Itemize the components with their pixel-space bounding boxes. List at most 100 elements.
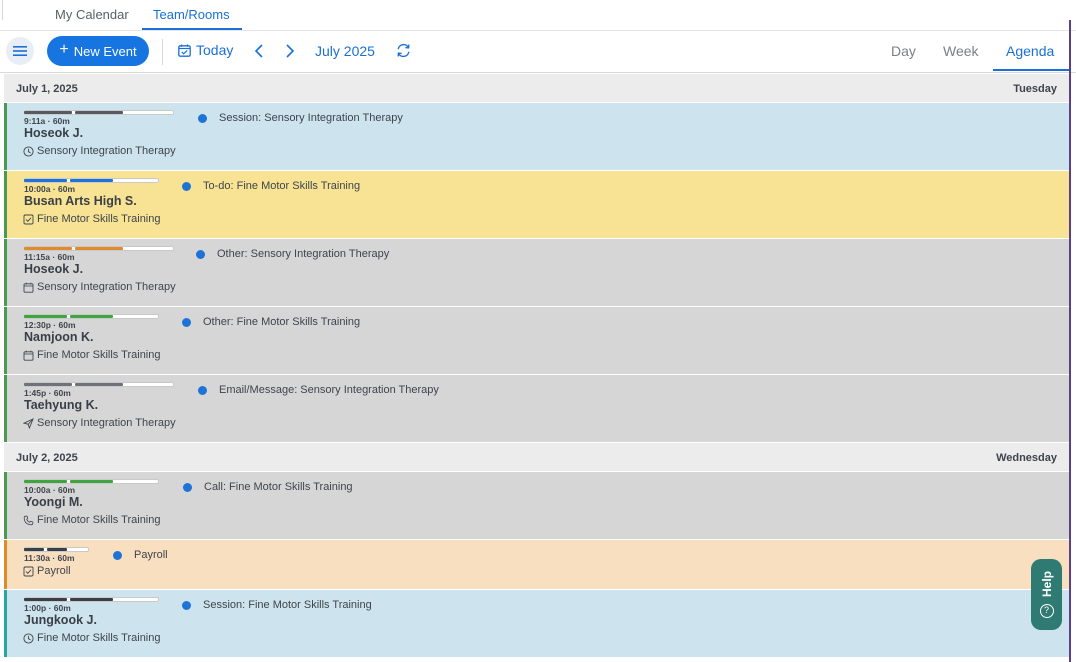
phone-icon	[23, 515, 34, 526]
event-title-text: Other: Sensory Integration Therapy	[217, 248, 390, 260]
active-tab-indicator	[142, 28, 242, 30]
agenda-event[interactable]: 11:15a · 60m Hoseok J. Sensory Integration…	[4, 239, 1069, 306]
event-service-label: Sensory Integration Therapy	[37, 145, 176, 157]
event-time: 9:11a · 60m	[24, 116, 70, 126]
event-title-text: Payroll	[134, 549, 168, 561]
progress-segment	[24, 179, 67, 182]
send-icon	[23, 417, 34, 429]
progress-segment	[24, 247, 72, 250]
day-weekday: Tuesday	[1013, 83, 1057, 95]
progress-segment	[24, 315, 67, 318]
day-header: July 2, 2025 Wednesday	[4, 443, 1069, 471]
progress-segment	[24, 480, 67, 483]
chevron-left-icon[interactable]	[252, 40, 268, 62]
view-day-tab[interactable]: Day	[891, 43, 916, 59]
new-event-label: New Event	[73, 43, 137, 59]
toolbar-divider	[162, 39, 163, 65]
progress-segment	[70, 315, 113, 318]
event-service-label: Sensory Integration Therapy	[37, 281, 176, 293]
status-dot-icon	[113, 550, 122, 560]
chevron-right-icon[interactable]	[281, 40, 297, 62]
event-service: Fine Motor Skills Training	[23, 213, 161, 225]
day-date: July 2, 2025	[16, 452, 78, 464]
agenda-event[interactable]: 11:30a · 60m Payroll Payroll	[4, 540, 1069, 589]
event-client-name: Taehyung K.	[24, 398, 99, 412]
progress-segment	[70, 480, 113, 483]
tab-team-rooms[interactable]: Team/Rooms	[153, 7, 230, 22]
event-service-label: Sensory Integration Therapy	[37, 417, 176, 429]
event-service-label: Fine Motor Skills Training	[37, 514, 161, 526]
progress-segment	[70, 179, 113, 182]
new-event-button[interactable]: + New Event	[47, 36, 149, 66]
agenda-event[interactable]: 1:45p · 60m Taehyung K. Sensory Integratio…	[4, 375, 1069, 442]
help-label: Help	[1039, 571, 1054, 598]
progress-segment	[70, 598, 113, 601]
event-title: Call: Fine Motor Skills Training	[183, 481, 353, 493]
calendar-icon	[23, 350, 34, 361]
event-client-name: Busan Arts High S.	[24, 194, 137, 208]
right-edge-border	[1069, 20, 1071, 662]
event-title: Session: Fine Motor Skills Training	[182, 599, 372, 611]
event-title-text: To-do: Fine Motor Skills Training	[203, 180, 361, 192]
agenda-list: July 1, 2025 Tuesday 9:11a · 60m Hoseok J. S…	[4, 74, 1069, 662]
progress-segment	[47, 548, 67, 551]
progress-segment	[24, 111, 72, 114]
event-time: 10:00a · 60m	[24, 184, 76, 194]
event-client-name: Namjoon K.	[24, 330, 94, 344]
hamburger-icon	[13, 46, 27, 56]
today-label: Today	[196, 42, 234, 58]
event-time: 12:30p · 60m	[24, 320, 76, 330]
event-title: Other: Fine Motor Skills Training	[182, 316, 360, 328]
progress-segment	[75, 383, 123, 386]
event-service: Payroll	[23, 565, 71, 577]
event-service: Sensory Integration Therapy	[23, 417, 176, 429]
event-title-text: Call: Fine Motor Skills Training	[204, 481, 353, 493]
event-client-name: Jungkook J.	[24, 613, 97, 627]
event-time: 10:00a · 60m	[24, 485, 76, 495]
view-week-tab[interactable]: Week	[943, 43, 979, 59]
agenda-event[interactable]: 1:00p · 60m Jungkook J. Fine Motor Skills …	[4, 590, 1069, 657]
status-dot-icon	[196, 249, 205, 259]
event-service: Fine Motor Skills Training	[23, 514, 161, 526]
event-time: 1:45p · 60m	[24, 388, 71, 398]
event-service: Fine Motor Skills Training	[23, 349, 161, 361]
event-title-text: Session: Sensory Integration Therapy	[219, 112, 403, 124]
view-agenda-tab[interactable]: Agenda	[1006, 43, 1054, 59]
checkbox-icon	[23, 566, 34, 577]
calendar-check-icon	[178, 44, 191, 57]
top-tab-bar: My Calendar Team/Rooms	[0, 0, 1076, 31]
checkbox-icon	[23, 214, 34, 225]
tab-my-calendar[interactable]: My Calendar	[55, 7, 129, 22]
progress-segment	[24, 598, 67, 601]
event-title: Session: Sensory Integration Therapy	[198, 112, 403, 124]
plus-icon: +	[59, 41, 69, 58]
refresh-icon[interactable]	[395, 42, 412, 59]
divider	[2, 0, 3, 20]
event-title-text: Other: Fine Motor Skills Training	[203, 316, 361, 328]
status-dot-icon	[198, 113, 207, 123]
calendar-icon	[23, 282, 34, 293]
event-title: To-do: Fine Motor Skills Training	[182, 180, 360, 192]
clock-icon	[23, 632, 34, 644]
event-client-name: Yoongi M.	[24, 495, 83, 509]
status-dot-icon	[198, 385, 207, 395]
agenda-event[interactable]: 10:00a · 60m Busan Arts High S. Fine Motor…	[4, 171, 1069, 238]
question-icon: ?	[1039, 603, 1054, 618]
today-button[interactable]: Today	[178, 42, 233, 58]
event-time: 11:30a · 60m	[24, 553, 75, 563]
status-dot-icon	[182, 181, 191, 191]
menu-button[interactable]	[6, 37, 34, 65]
agenda-event[interactable]: 12:30p · 60m Namjoon K. Fine Motor Skills …	[4, 307, 1069, 374]
agenda-event[interactable]: 9:11a · 60m Hoseok J. Sensory Integration …	[4, 103, 1069, 170]
event-service: Fine Motor Skills Training	[23, 632, 161, 644]
current-month-label[interactable]: July 2025	[315, 43, 375, 59]
event-time: 1:00p · 60m	[24, 603, 71, 613]
help-button[interactable]: Help ?	[1031, 559, 1062, 630]
agenda-event[interactable]: 10:00a · 60m Yoongi M. Fine Motor Skills T…	[4, 472, 1069, 539]
calendar-toolbar: + New Event Today July 2025 Day Week Age…	[0, 31, 1076, 73]
clock-icon	[23, 145, 34, 157]
progress-segment	[24, 383, 72, 386]
status-dot-icon	[182, 317, 191, 327]
event-title: Payroll	[113, 549, 168, 561]
status-dot-icon	[182, 600, 191, 610]
